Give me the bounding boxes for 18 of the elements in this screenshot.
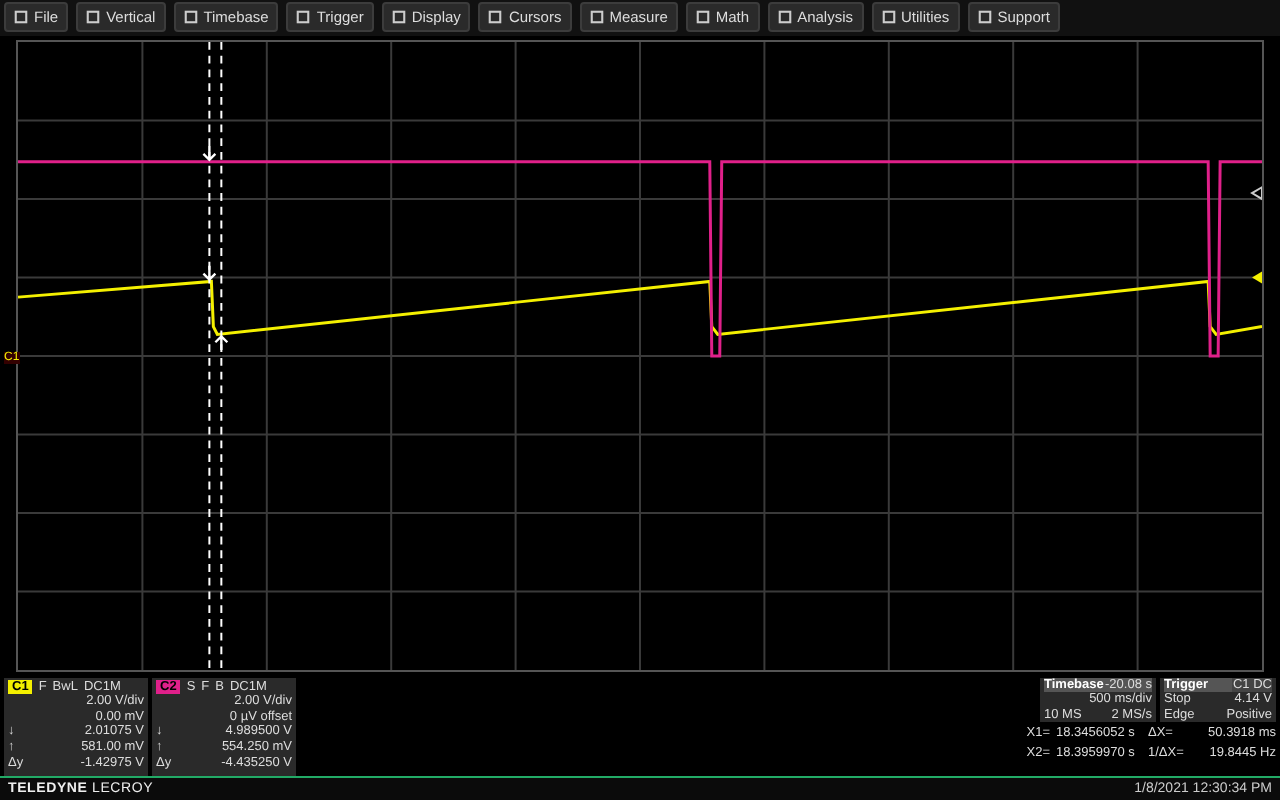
up-arrow-icon (214, 334, 229, 351)
down-arrow-icon (202, 144, 217, 161)
triangle-marker-icon (1250, 185, 1262, 201)
cursor-line[interactable] (220, 41, 223, 670)
square-icon (777, 10, 792, 25)
down-arrow-icon (202, 264, 217, 281)
square-icon (488, 10, 503, 25)
square-icon (391, 10, 406, 25)
square-icon (14, 10, 28, 25)
triangle-marker-icon (1252, 271, 1262, 283)
square-icon (977, 10, 992, 25)
cursor-line[interactable] (208, 41, 211, 670)
square-icon (86, 10, 101, 25)
square-icon (695, 10, 710, 25)
square-icon (296, 10, 311, 25)
square-icon (589, 10, 604, 25)
square-icon (183, 10, 198, 25)
square-icon (881, 10, 896, 25)
